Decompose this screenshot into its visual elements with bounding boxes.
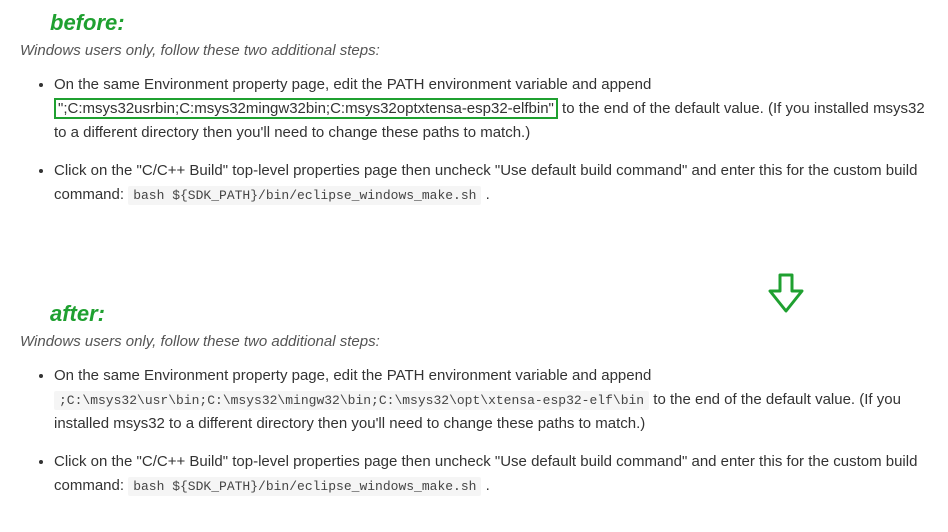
before-bullet-2-code: bash ${SDK_PATH}/bin/eclipse_windows_mak… [128,186,481,205]
after-bullet-1-code: ;C:\msys32\usr\bin;C:\msys32\mingw32\bin… [54,391,649,410]
after-bullet-2: Click on the "C/C++ Build" top-level pro… [54,450,928,498]
before-list: On the same Environment property page, e… [20,73,928,207]
before-intro: Windows users only, follow these two add… [20,42,928,59]
before-bullet-1-pre: On the same Environment property page, e… [54,76,651,93]
down-arrow-icon [764,271,808,315]
after-intro: Windows users only, follow these two add… [20,333,928,350]
before-bullet-2: Click on the "C/C++ Build" top-level pro… [54,159,928,207]
after-bullet-1: On the same Environment property page, e… [54,364,928,436]
after-bullet-2-post: . [481,477,489,494]
before-bullet-1: On the same Environment property page, e… [54,73,928,145]
before-bullet-2-post: . [481,186,489,203]
before-section: before: Windows users only, follow these… [0,0,948,241]
before-bullet-1-boxed: ";C:msys32usrbin;C:msys32mingw32bin;C:ms… [54,98,558,119]
after-list: On the same Environment property page, e… [20,364,928,498]
before-heading: before: [50,10,928,36]
after-section: after: Windows users only, follow these … [0,291,948,532]
after-bullet-2-code: bash ${SDK_PATH}/bin/eclipse_windows_mak… [128,477,481,496]
after-bullet-1-pre: On the same Environment property page, e… [54,367,651,384]
